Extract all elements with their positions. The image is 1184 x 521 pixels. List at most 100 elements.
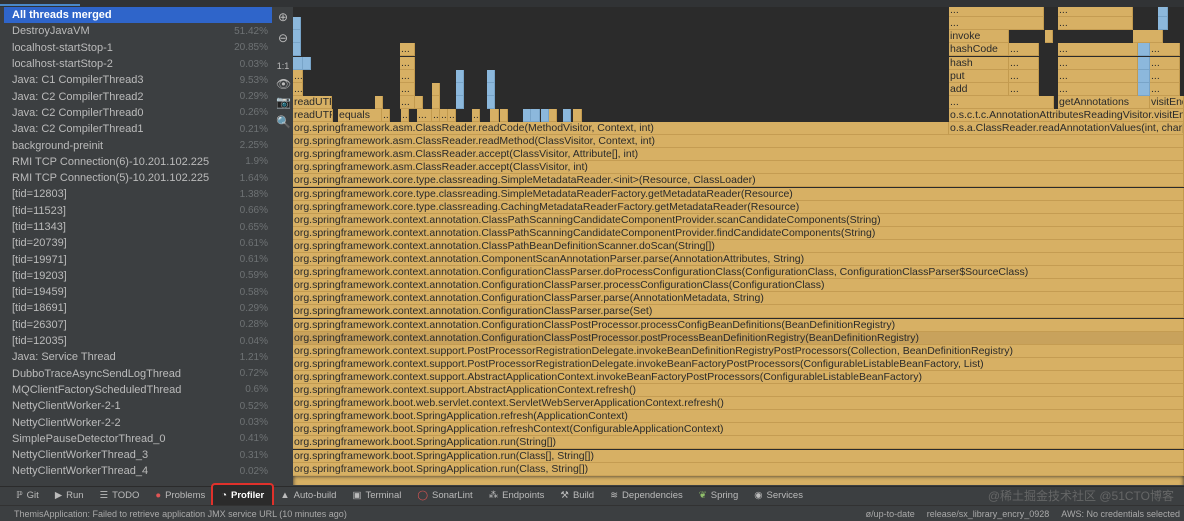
tool-window-problems[interactable]: ● Problems — [147, 487, 213, 505]
flame-frame[interactable]: org.springframework.context.support.Post… — [293, 357, 1184, 371]
flame-frame[interactable]: ... — [401, 108, 409, 122]
flame-frame[interactable]: ... — [440, 108, 448, 122]
flame-frame[interactable]: ... — [400, 43, 415, 57]
search-icon[interactable]: 🔍 — [276, 115, 291, 129]
tool-window-services[interactable]: ◉ Services — [746, 487, 811, 505]
flame-frame[interactable]: org.springframework.boot.SpringApplicati… — [293, 436, 1184, 450]
flame-frame[interactable] — [293, 43, 301, 57]
tool-window-sonarlint[interactable]: ◯ SonarLint — [409, 487, 480, 505]
flame-frame[interactable]: org.springframework.context.support.Post… — [293, 344, 1184, 358]
thread-item[interactable]: [tid=12035] 0.04% — [4, 333, 272, 349]
flame-frame[interactable]: org.springframework.context.annotation.C… — [293, 305, 1184, 319]
flame-frame[interactable]: ... — [1009, 82, 1039, 96]
flame-frame[interactable]: ... — [1150, 69, 1180, 83]
flame-frame[interactable] — [500, 108, 508, 122]
flame-frame[interactable]: invoke — [949, 30, 1009, 44]
flame-frame[interactable] — [1138, 69, 1150, 83]
flame-frame[interactable] — [1138, 82, 1150, 96]
flame-frame[interactable] — [523, 108, 531, 122]
flame-frame[interactable]: org.springframework.context.annotation.C… — [293, 253, 1184, 266]
flame-frame[interactable] — [293, 30, 301, 44]
flame-frame[interactable]: ... — [1009, 43, 1039, 57]
flame-frame[interactable]: ... — [400, 69, 415, 83]
thread-item[interactable]: [tid=12803] 1.38% — [4, 186, 272, 202]
flame-frame[interactable]: ... — [1058, 69, 1138, 83]
flame-frame[interactable]: ... — [1150, 43, 1180, 57]
thread-item[interactable]: RMI TCP Connection(6)-10.201.102.225 1.9% — [4, 154, 272, 170]
thread-item[interactable]: localhost-startStop-2 0.03% — [4, 56, 272, 72]
thread-item[interactable]: [tid=19971] 0.61% — [4, 251, 272, 267]
flame-frame[interactable]: ... — [1058, 43, 1138, 57]
thread-item[interactable]: [tid=19459] 0.58% — [4, 284, 272, 300]
flame-frame[interactable]: add — [949, 82, 1009, 96]
flame-frame[interactable]: ... — [1150, 82, 1180, 96]
thread-item[interactable]: [tid=11343] 0.65% — [4, 219, 272, 235]
thread-item[interactable]: Java: C2 CompilerThread1 0.21% — [4, 121, 272, 137]
thread-item[interactable]: DestroyJavaVM 51.42% — [4, 23, 272, 39]
flame-frame[interactable] — [1158, 7, 1168, 18]
flame-frame[interactable]: o.s.c.t.c.AnnotationAttributesReadingVis… — [949, 108, 1184, 122]
thread-item[interactable]: Java: Service Thread 1.21% — [4, 349, 272, 365]
thread-item[interactable]: NettyClientWorker-2-2 0.03% — [4, 414, 272, 430]
flame-frame[interactable]: ... — [949, 17, 1044, 31]
flame-frame[interactable]: ... — [472, 108, 480, 122]
flame-frame[interactable]: org.springframework.core.type.classreadi… — [293, 174, 1184, 188]
flame-frame[interactable]: org.springframework.asm.ClassReader.acce… — [293, 161, 1184, 175]
flame-frame[interactable]: ... — [1058, 56, 1138, 70]
flame-frame[interactable] — [375, 95, 383, 109]
flame-frame[interactable]: org.springframework.context.annotation.C… — [293, 318, 1184, 332]
thread-item[interactable]: localhost-startStop-1 20.85% — [4, 40, 272, 56]
flame-frame[interactable]: org.springframework.context.annotation.C… — [293, 266, 1184, 280]
flame-frame[interactable] — [531, 108, 540, 122]
status-message[interactable]: ThemisApplication: Failed to retrieve ap… — [14, 509, 347, 519]
zoom-in-icon[interactable]: ⊕ — [276, 10, 290, 24]
thread-item[interactable]: background-preinit 2.25% — [4, 137, 272, 153]
thread-item[interactable]: NettyClientWorkerThread_3 0.31% — [4, 447, 272, 463]
flame-frame[interactable]: ... — [1009, 56, 1039, 70]
flame-frame[interactable]: put — [949, 69, 1009, 83]
flame-frame[interactable]: ... — [293, 69, 303, 83]
git-branch[interactable]: release/sx_library_encry_0928 — [927, 509, 1050, 519]
flame-frame[interactable]: ... — [949, 7, 1044, 18]
thread-item[interactable]: MQClientFactoryScheduledThread 0.6% — [4, 382, 272, 398]
actual-size-icon[interactable]: 1:1 — [276, 59, 290, 73]
flame-frame[interactable]: ... — [448, 108, 456, 122]
flame-frame[interactable]: org.springframework.boot.web.servlet.con… — [293, 397, 1184, 411]
flame-frame[interactable]: ... — [293, 82, 303, 96]
flame-frame[interactable] — [563, 108, 571, 122]
tool-window-dependencies[interactable]: ≋ Dependencies — [602, 487, 691, 505]
flame-frame[interactable]: visitEnd — [1150, 95, 1184, 109]
flame-frame[interactable] — [487, 82, 495, 96]
flame-frame[interactable]: equals — [338, 108, 382, 122]
thread-item[interactable]: Java: C2 CompilerThread2 0.29% — [4, 88, 272, 104]
flame-frame[interactable]: org.springframework.boot.SpringApplicati… — [293, 462, 1184, 476]
tool-window-auto-build[interactable]: ▲ Auto-build — [272, 487, 344, 505]
flame-frame[interactable]: readUTF — [293, 95, 332, 109]
tool-window-terminal[interactable]: ▣ Terminal — [344, 487, 409, 505]
flame-frame[interactable] — [293, 17, 301, 31]
flame-frame[interactable]: org.springframework.asm.ClassReader.read… — [293, 135, 1184, 149]
flame-frame[interactable] — [456, 82, 464, 96]
flame-frame[interactable]: ... — [400, 82, 415, 96]
tool-window-git[interactable]: ℙ Git — [8, 487, 47, 505]
flame-frame[interactable]: readUTF8 — [293, 108, 333, 122]
flame-frame[interactable] — [1133, 30, 1163, 44]
flame-frame[interactable]: org.springframework.boot.SpringApplicati… — [293, 410, 1184, 424]
flame-frame[interactable]: hashCode — [949, 43, 1009, 57]
flame-frame[interactable] — [1045, 30, 1053, 44]
flame-frame[interactable] — [415, 95, 423, 109]
flame-frame[interactable]: org.springframework.context.annotation.C… — [293, 279, 1184, 293]
tool-window-profiler[interactable]: ◔ Profiler — [211, 482, 275, 509]
flame-frame[interactable] — [432, 95, 440, 109]
vcs-status[interactable]: ø/up-to-date — [866, 509, 915, 519]
thread-item[interactable]: [tid=11523] 0.66% — [4, 203, 272, 219]
thread-item[interactable]: All threads merged — [4, 7, 272, 24]
flame-frame[interactable] — [541, 108, 549, 122]
tool-window-spring[interactable]: ❦ Spring — [691, 487, 746, 505]
flame-frame[interactable]: ... — [382, 108, 390, 122]
flame-frame[interactable]: org.springframework.core.type.classreadi… — [293, 200, 1184, 214]
flame-frame[interactable]: org.springframework.context.annotation.C… — [293, 331, 1184, 345]
flame-frame[interactable]: ... — [417, 108, 432, 122]
thread-item[interactable]: [tid=26307] 0.28% — [4, 317, 272, 333]
flame-frame[interactable]: getAnnotations — [1058, 95, 1150, 109]
